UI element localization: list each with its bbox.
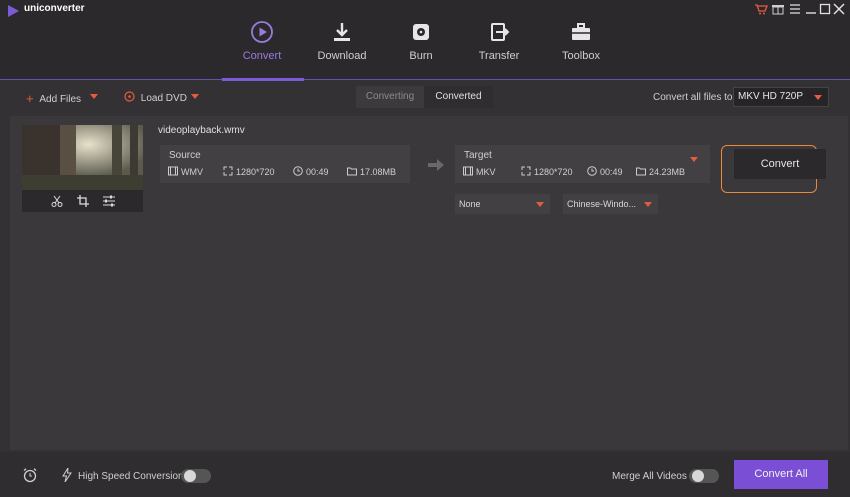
- add-files-label: Add Files: [39, 94, 82, 105]
- resolution-icon: [521, 166, 531, 176]
- convert-all-button[interactable]: Convert All: [734, 460, 828, 489]
- tab-transfer[interactable]: Transfer: [464, 20, 534, 78]
- source-duration-value: 00:49: [306, 167, 329, 177]
- target-size: 24.23MB: [636, 167, 686, 177]
- high-speed-toggle[interactable]: [181, 469, 211, 483]
- subtitle-select-value: None: [459, 199, 481, 209]
- target-format: MKV: [463, 166, 496, 177]
- target-resolution: 1280*720: [521, 166, 573, 177]
- effects-sliders-icon[interactable]: [102, 194, 116, 208]
- toolbar: + Add Files Load DVD Converting Converte…: [0, 81, 850, 114]
- add-files-dropdown-icon[interactable]: [90, 94, 98, 99]
- file-item: videoplayback.wmv Source WMV 1280*720 00…: [10, 116, 848, 226]
- source-duration: 00:49: [293, 166, 329, 177]
- target-duration: 00:49: [587, 166, 623, 177]
- output-format-value: MKV HD 720P: [738, 91, 804, 102]
- footer-bar: High Speed Conversion Merge All Videos C…: [0, 452, 850, 497]
- output-format-select[interactable]: MKV HD 720P: [733, 87, 829, 107]
- target-resolution-value: 1280*720: [534, 167, 573, 177]
- convert-all-to-label: Convert all files to:: [653, 92, 736, 103]
- high-speed-conversion-label: High Speed Conversion: [78, 471, 184, 482]
- tab-converting[interactable]: Converting: [356, 86, 424, 108]
- download-icon: [334, 23, 350, 41]
- crop-icon[interactable]: [76, 194, 90, 208]
- nav-divider: [0, 79, 850, 80]
- video-thumbnail[interactable]: [22, 125, 143, 190]
- audio-track-select-value: Chinese-Windo...: [567, 199, 637, 209]
- minimize-icon[interactable]: [804, 2, 818, 16]
- toolbox-icon: [572, 23, 590, 40]
- target-format-value: MKV: [476, 167, 496, 177]
- clock-icon: [587, 166, 597, 176]
- title-bar: uniconverter Convert Download Burn Trans…: [0, 0, 850, 81]
- transfer-icon: [491, 23, 510, 41]
- alarm-clock-icon[interactable]: [22, 467, 38, 483]
- source-info-box: Source WMV 1280*720 00:49 17.08MB: [160, 145, 410, 183]
- toggle-knob: [184, 470, 196, 482]
- scissors-icon[interactable]: [50, 194, 64, 208]
- load-dvd-label: Load DVD: [140, 93, 187, 104]
- tab-download[interactable]: Download: [307, 20, 377, 78]
- add-files-button[interactable]: + Add Files: [26, 90, 82, 106]
- chevron-down-icon: [814, 95, 822, 100]
- film-icon: [168, 166, 178, 176]
- load-dvd-dropdown-icon[interactable]: [191, 94, 199, 99]
- load-dvd-button[interactable]: Load DVD: [124, 90, 187, 104]
- app-title: uniconverter: [24, 3, 85, 14]
- merge-videos-toggle[interactable]: [689, 469, 719, 483]
- app-logo-icon: [8, 5, 19, 17]
- source-size-value: 17.08MB: [360, 167, 397, 177]
- clock-icon: [293, 166, 303, 176]
- target-size-value: 24.23MB: [649, 167, 686, 177]
- plus-icon: +: [26, 91, 34, 106]
- tab-label: Download: [317, 50, 367, 62]
- tab-label: Burn: [409, 50, 433, 62]
- tab-convert[interactable]: Convert: [227, 20, 297, 78]
- target-info-box[interactable]: Target MKV 1280*720 00:49 24.23MB: [455, 145, 710, 183]
- play-circle-icon: [251, 21, 273, 43]
- menu-icon[interactable]: [788, 2, 802, 16]
- source-format: WMV: [168, 166, 203, 177]
- cart-icon[interactable]: [754, 2, 768, 16]
- close-icon[interactable]: [832, 2, 846, 16]
- subtitle-select[interactable]: None: [455, 194, 550, 214]
- lightning-icon: [62, 468, 72, 482]
- status-segmented-control: Converting Converted: [356, 86, 493, 108]
- source-resolution: 1280*720: [223, 166, 275, 177]
- gift-icon[interactable]: [771, 2, 785, 16]
- film-icon: [463, 166, 473, 176]
- tab-label: Transfer: [478, 50, 520, 62]
- file-list-empty-area: [10, 226, 848, 450]
- target-format-dropdown[interactable]: [690, 155, 700, 165]
- forest-thumbnail-image: [22, 125, 143, 190]
- chevron-down-icon: [690, 157, 698, 162]
- tab-burn[interactable]: Burn: [386, 20, 456, 78]
- folder-icon: [347, 167, 357, 176]
- target-title: Target: [464, 150, 492, 161]
- chevron-down-icon: [536, 202, 544, 207]
- source-title: Source: [169, 150, 201, 161]
- convert-button[interactable]: Convert: [734, 149, 826, 179]
- tab-label: Toolbox: [562, 50, 600, 62]
- toggle-knob: [692, 470, 704, 482]
- source-format-value: WMV: [181, 167, 203, 177]
- merge-all-videos-label: Merge All Videos: [612, 471, 687, 482]
- dvd-icon: [124, 91, 135, 102]
- thumbnail-toolbar: [22, 190, 143, 212]
- chevron-down-icon: [644, 202, 652, 207]
- target-duration-value: 00:49: [600, 167, 623, 177]
- file-name: videoplayback.wmv: [158, 125, 245, 136]
- maximize-icon[interactable]: [818, 2, 832, 16]
- tab-label: Convert: [242, 50, 282, 62]
- tab-toolbox[interactable]: Toolbox: [546, 20, 616, 78]
- tab-converted[interactable]: Converted: [424, 86, 493, 108]
- arrow-right-icon: [428, 159, 444, 171]
- folder-icon: [636, 167, 646, 176]
- source-size: 17.08MB: [347, 167, 397, 177]
- audio-track-select[interactable]: Chinese-Windo...: [563, 194, 658, 214]
- source-resolution-value: 1280*720: [236, 167, 275, 177]
- disc-icon: [413, 24, 429, 40]
- resolution-icon: [223, 166, 233, 176]
